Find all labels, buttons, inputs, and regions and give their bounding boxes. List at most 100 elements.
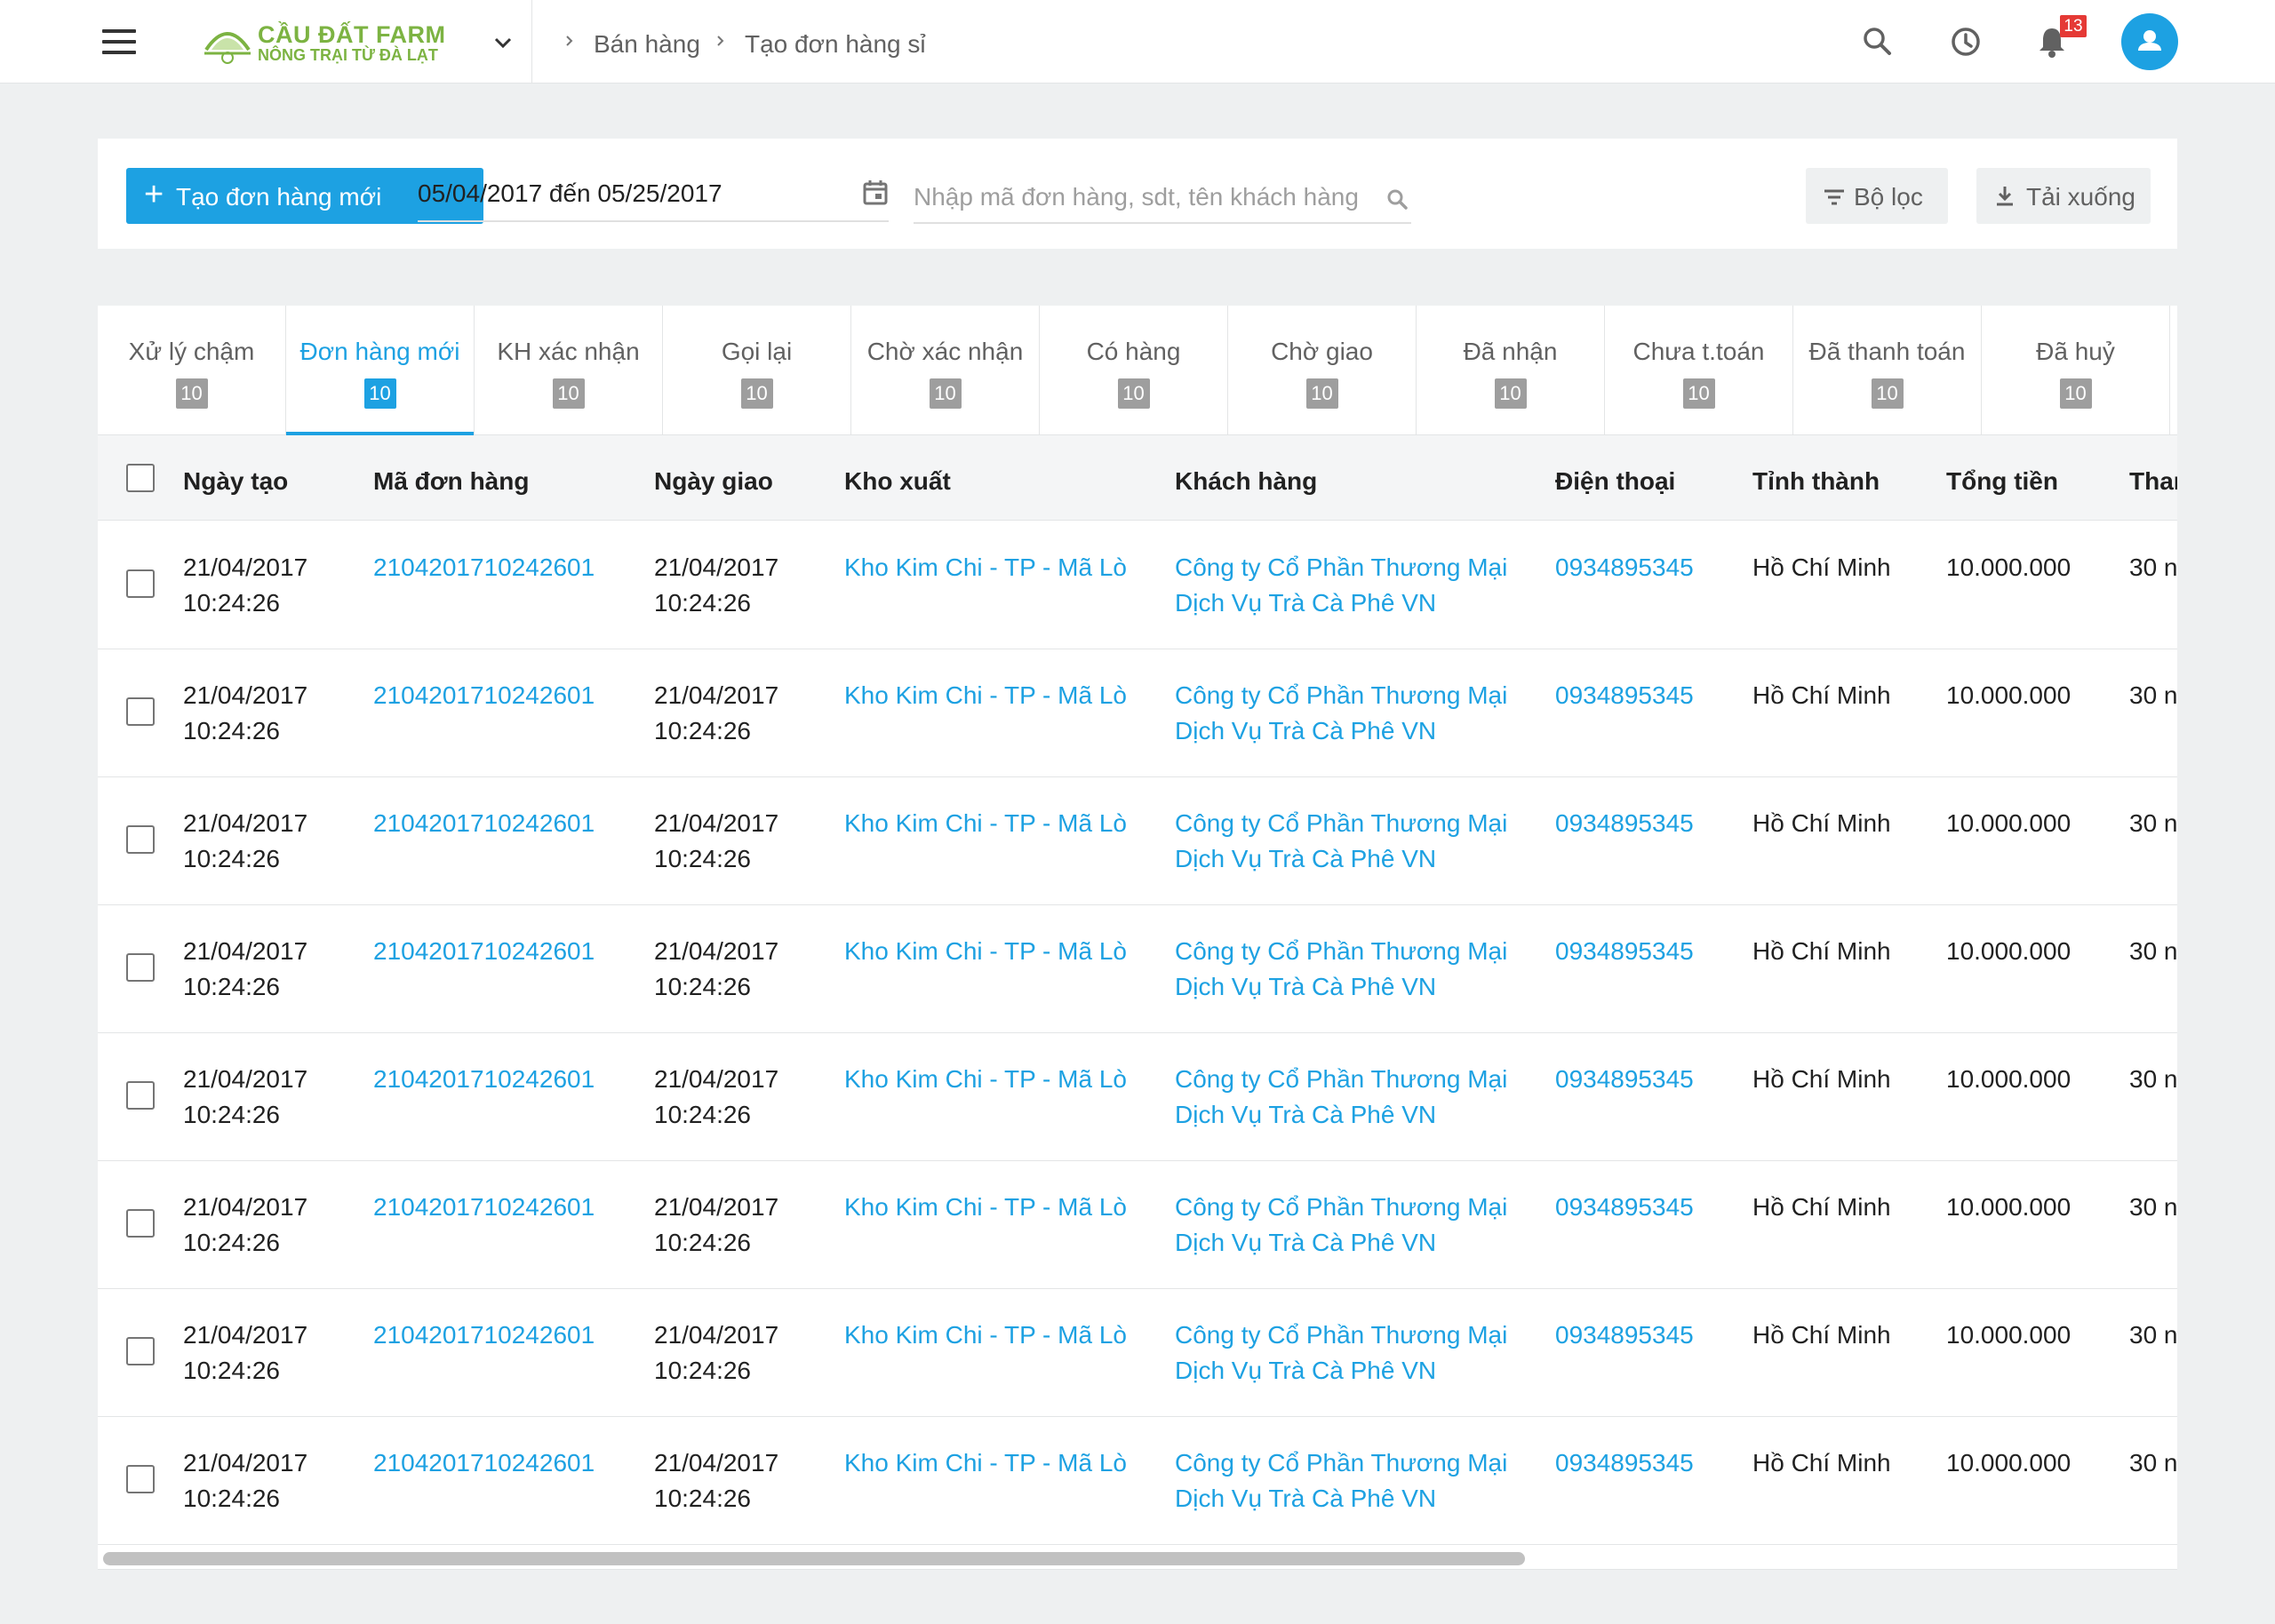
header-divider xyxy=(531,0,532,84)
date-range-field[interactable]: 05/04/2017 đến 05/25/2017 xyxy=(418,178,889,222)
table-row[interactable]: 21/04/2017 10:24:26 2104201710242601 21/04/… xyxy=(98,1289,2177,1417)
order-id-link[interactable]: 2104201710242601 xyxy=(373,678,595,713)
customer-link[interactable]: Công ty Cổ Phần Thương Mại Dịch Vụ Trà Cà… xyxy=(1175,934,1507,1005)
table-row[interactable]: 21/04/2017 10:24:26 2104201710242601 21/04/… xyxy=(98,521,2177,649)
warehouse-link[interactable]: Kho Kim Chi - TP - Mã Lò xyxy=(844,1318,1127,1353)
column-header-province[interactable]: Tỉnh thành xyxy=(1752,467,1880,496)
tab-9[interactable]: Đã thanh toán 10 xyxy=(1793,306,1982,435)
customer-link-line: Công ty Cổ Phần Thương Mại xyxy=(1175,809,1508,837)
phone-link[interactable]: 0934895345 xyxy=(1555,1445,1694,1481)
search-icon[interactable] xyxy=(1385,187,1411,213)
column-header-phone[interactable]: Điện thoại xyxy=(1555,467,1675,496)
order-id-link[interactable]: 2104201710242601 xyxy=(373,1062,595,1097)
table-row[interactable]: 21/04/2017 10:24:26 2104201710242601 21/04/… xyxy=(98,1161,2177,1289)
phone-link[interactable]: 0934895345 xyxy=(1555,1190,1694,1225)
phone-link[interactable]: 0934895345 xyxy=(1555,678,1694,713)
column-header-total[interactable]: Tổng tiền xyxy=(1946,467,2058,496)
customer-link[interactable]: Công ty Cổ Phần Thương Mại Dịch Vụ Trà Cà… xyxy=(1175,806,1507,877)
phone-link[interactable]: 0934895345 xyxy=(1555,550,1694,585)
tab-label: Chưa t.toán xyxy=(1632,338,1765,365)
tab-1[interactable]: Đơn hàng mới 10 xyxy=(286,306,475,436)
phone-link[interactable]: 0934895345 xyxy=(1555,806,1694,841)
phone-link[interactable]: 0934895345 xyxy=(1555,934,1694,969)
warehouse-link-line: Kho Kim Chi - TP - Mã Lò xyxy=(844,1321,1127,1349)
table-row[interactable]: 21/04/2017 10:24:26 2104201710242601 21/04/… xyxy=(98,649,2177,777)
tab-label: Đơn hàng mới xyxy=(299,338,460,365)
phone-link[interactable]: 0934895345 xyxy=(1555,1062,1694,1097)
tab-10[interactable]: Đã huỷ 10 xyxy=(1982,306,2170,435)
row-checkbox[interactable] xyxy=(126,1337,155,1365)
payment-cell-line: 30 n xyxy=(2129,681,2177,709)
warehouse-link[interactable]: Kho Kim Chi - TP - Mã Lò xyxy=(844,1190,1127,1225)
payment-cell-line: 30 n xyxy=(2129,1449,2177,1477)
order-id-link[interactable]: 2104201710242601 xyxy=(373,806,595,841)
tab-count-badge: 10 xyxy=(1494,378,1527,409)
row-checkbox[interactable] xyxy=(126,1209,155,1238)
customer-link[interactable]: Công ty Cổ Phần Thương Mại Dịch Vụ Trà Cà… xyxy=(1175,1318,1507,1389)
tab-label: Xử lý chậm xyxy=(128,338,255,365)
table-row[interactable]: 21/04/2017 10:24:26 2104201710242601 21/04/… xyxy=(98,905,2177,1033)
tab-7[interactable]: Đã nhận 10 xyxy=(1417,306,1605,435)
column-header-order-id[interactable]: Mã đơn hàng xyxy=(373,467,529,496)
row-checkbox[interactable] xyxy=(126,569,155,598)
warehouse-link[interactable]: Kho Kim Chi - TP - Mã Lò xyxy=(844,550,1127,585)
phone-link[interactable]: 0934895345 xyxy=(1555,1318,1694,1353)
warehouse-link[interactable]: Kho Kim Chi - TP - Mã Lò xyxy=(844,678,1127,713)
table-row[interactable]: 21/04/2017 10:24:26 2104201710242601 21/04/… xyxy=(98,777,2177,905)
table-row[interactable]: 21/04/2017 10:24:26 2104201710242601 21/04/… xyxy=(98,1033,2177,1161)
breadcrumb-ban-hang[interactable]: Bán hàng xyxy=(594,30,700,59)
phone-link-line: 0934895345 xyxy=(1555,809,1694,837)
tab-0[interactable]: Xử lý chậm 10 xyxy=(98,306,286,435)
payment-cell: 30 n xyxy=(2129,678,2177,713)
history-icon[interactable] xyxy=(1944,20,1988,64)
tab-5[interactable]: Có hàng 10 xyxy=(1040,306,1228,435)
row-checkbox[interactable] xyxy=(126,697,155,726)
order-search-input[interactable] xyxy=(914,178,1367,217)
column-header-warehouse[interactable]: Kho xuất xyxy=(844,467,951,496)
total-cell-line: 10.000.000 xyxy=(1946,1193,2071,1221)
chevron-down-icon[interactable] xyxy=(489,32,517,53)
column-header-created[interactable]: Ngày tạo xyxy=(183,467,288,496)
download-button[interactable]: Tải xuống xyxy=(1976,168,2151,224)
customer-link[interactable]: Công ty Cổ Phần Thương Mại Dịch Vụ Trà Cà… xyxy=(1175,1062,1507,1133)
row-checkbox[interactable] xyxy=(126,1465,155,1493)
menu-icon[interactable] xyxy=(100,28,139,56)
row-checkbox[interactable] xyxy=(126,825,155,854)
customer-link[interactable]: Công ty Cổ Phần Thương Mại Dịch Vụ Trà Cà… xyxy=(1175,550,1507,621)
order-id-link[interactable]: 2104201710242601 xyxy=(373,1190,595,1225)
warehouse-link[interactable]: Kho Kim Chi - TP - Mã Lò xyxy=(844,1445,1127,1481)
order-id-link[interactable]: 2104201710242601 xyxy=(373,934,595,969)
brand-logo[interactable]: CẦU ĐẤT FARM NÔNG TRẠI TỪ ĐÀ LẠT xyxy=(203,18,445,68)
row-checkbox[interactable] xyxy=(126,953,155,982)
tab-4[interactable]: Chờ xác nhận 10 xyxy=(851,306,1040,435)
select-all-checkbox[interactable] xyxy=(126,464,155,492)
customer-link[interactable]: Công ty Cổ Phần Thương Mại Dịch Vụ Trà Cà… xyxy=(1175,678,1507,749)
delivery-cell: 21/04/2017 10:24:26 xyxy=(654,678,778,749)
created-cell: 21/04/2017 10:24:26 xyxy=(183,806,307,877)
warehouse-link[interactable]: Kho Kim Chi - TP - Mã Lò xyxy=(844,806,1127,841)
scrollbar-thumb[interactable] xyxy=(103,1552,1525,1565)
table-row[interactable]: 21/04/2017 10:24:26 2104201710242601 21/04/… xyxy=(98,1417,2177,1545)
customer-link[interactable]: Công ty Cổ Phần Thương Mại Dịch Vụ Trà Cà… xyxy=(1175,1190,1507,1261)
order-id-link[interactable]: 2104201710242601 xyxy=(373,550,595,585)
order-id-link[interactable]: 2104201710242601 xyxy=(373,1318,595,1353)
warehouse-link[interactable]: Kho Kim Chi - TP - Mã Lò xyxy=(844,1062,1127,1097)
order-id-link[interactable]: 2104201710242601 xyxy=(373,1445,595,1481)
warehouse-link[interactable]: Kho Kim Chi - TP - Mã Lò xyxy=(844,934,1127,969)
column-header-payment[interactable]: Thar xyxy=(2129,467,2177,496)
column-header-delivery[interactable]: Ngày giao xyxy=(654,467,773,496)
tab-2[interactable]: KH xác nhận 10 xyxy=(475,306,663,435)
horizontal-scrollbar[interactable] xyxy=(98,1548,2177,1570)
calendar-icon[interactable] xyxy=(862,178,889,208)
tab-8[interactable]: Chưa t.toán 10 xyxy=(1605,306,1793,435)
row-checkbox[interactable] xyxy=(126,1081,155,1110)
tab-3[interactable]: Gọi lại 10 xyxy=(663,306,851,435)
search-icon[interactable] xyxy=(1856,20,1900,64)
column-header-customer[interactable]: Khách hàng xyxy=(1175,467,1317,496)
payment-cell: 30 n xyxy=(2129,934,2177,969)
filter-button[interactable]: Bộ lọc xyxy=(1806,168,1948,224)
customer-link-line-2: Dịch Vụ Trà Cà Phê VN xyxy=(1175,1229,1437,1256)
avatar[interactable] xyxy=(2121,13,2178,70)
tab-6[interactable]: Chờ giao 10 xyxy=(1228,306,1417,435)
customer-link[interactable]: Công ty Cổ Phần Thương Mại Dịch Vụ Trà Cà… xyxy=(1175,1445,1507,1517)
